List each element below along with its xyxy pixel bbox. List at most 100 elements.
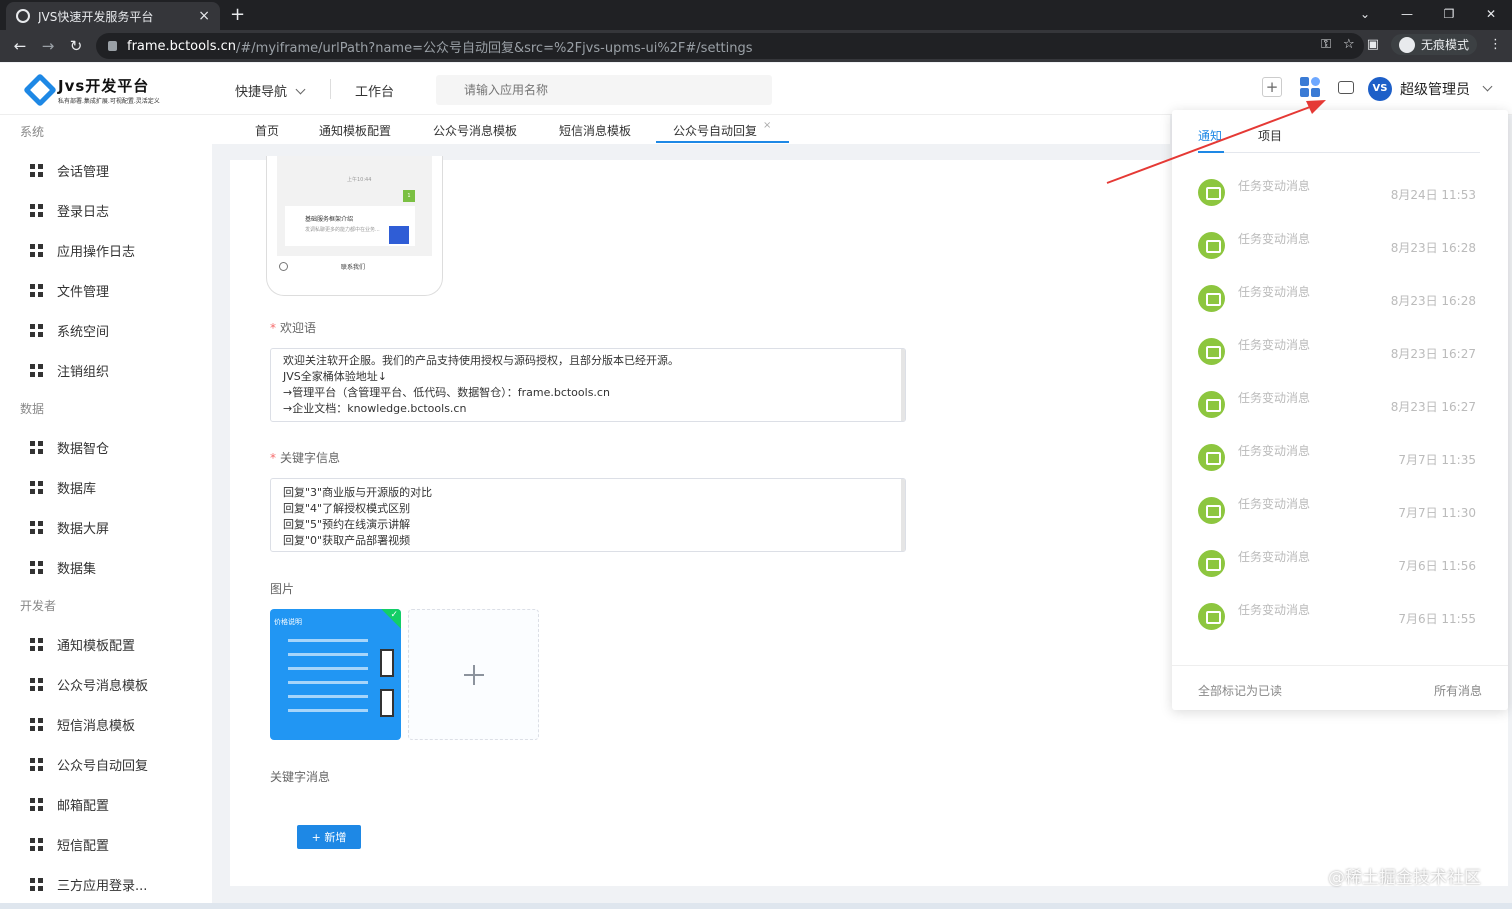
sidebar-item-sms[interactable]: 短信配置 <box>30 835 109 854</box>
incognito-badge[interactable]: 无痕模式 <box>1390 34 1477 55</box>
check-icon: ✓ <box>390 610 398 620</box>
keyboard-icon <box>279 262 288 271</box>
sidebar-item-label: 登录日志 <box>57 205 110 220</box>
close-tab-icon[interactable]: × <box>198 8 210 24</box>
sidebar-item-files[interactable]: 文件管理 <box>30 281 109 300</box>
message-icon[interactable] <box>1338 80 1354 94</box>
sidebar-item-database[interactable]: 数据库 <box>30 478 96 497</box>
add-button[interactable]: + 新增 <box>297 825 361 849</box>
phone-badge: 1 <box>403 190 415 202</box>
scrollbar[interactable] <box>901 349 905 421</box>
all-messages-link[interactable]: 所有消息 <box>1434 682 1482 699</box>
tab-projects[interactable]: 项目 <box>1258 127 1282 144</box>
user-menu[interactable]: VS 超级管理员 <box>1368 77 1493 101</box>
lock-icon <box>108 41 117 51</box>
sidebar-item-mp-autoreply[interactable]: 公众号自动回复 <box>30 755 148 774</box>
tab-home[interactable]: 首页 <box>255 122 279 139</box>
image-row <box>288 653 368 656</box>
grid-icon <box>30 561 43 574</box>
mark-all-read-link[interactable]: 全部标记为已读 <box>1198 682 1282 699</box>
reload-icon[interactable]: ↻ <box>62 37 90 55</box>
sidebar-group-label: 开发者 <box>20 599 57 613</box>
notification-popover: 通知 项目 任务变动消息 8月24日 11:53 任务变动消息 8月23日 16:2… <box>1172 110 1508 710</box>
sidebar-item-notice-template[interactable]: 通知模板配置 <box>30 635 135 654</box>
minimize-icon[interactable]: — <box>1386 0 1428 30</box>
tab-notifications[interactable]: 通知 <box>1198 127 1222 144</box>
sidebar-item-third-login[interactable]: 三方应用登录... <box>30 875 147 894</box>
chevron-down-icon <box>295 84 306 95</box>
sidebar-item-email[interactable]: 邮箱配置 <box>30 795 109 814</box>
sidebar-item-data-warehouse[interactable]: 数据智仓 <box>30 438 109 457</box>
notification-time: 7月7日 11:30 <box>1398 506 1476 520</box>
tab-search-icon[interactable]: ⌄ <box>1344 0 1386 30</box>
sidebar-item-app-log[interactable]: 应用操作日志 <box>30 241 135 260</box>
notification-item[interactable]: 任务变动消息 7月6日 11:56 <box>1198 548 1480 588</box>
sidebar-item-label: 文件管理 <box>57 285 110 300</box>
sidebar-item-label: 短信配置 <box>57 839 110 854</box>
sidebar-item-data-screen[interactable]: 数据大屏 <box>30 518 109 537</box>
new-tab-icon[interactable]: + <box>230 4 245 25</box>
watermark: @稀土掘金技术社区 <box>1328 868 1481 888</box>
notification-item[interactable]: 任务变动消息 8月23日 16:27 <box>1198 389 1480 429</box>
grid-icon <box>30 678 43 691</box>
scrollbar[interactable] <box>901 479 905 551</box>
notification-title: 任务变动消息 <box>1238 497 1311 511</box>
keyword-textarea[interactable]: 回复"3"商业版与开源版的对比 回复"4"了解授权模式区别 回复"5"预约在线演… <box>270 478 906 552</box>
menu-icon[interactable]: ⋮ <box>1489 37 1502 52</box>
phone-contact: 联系我们 <box>341 264 366 271</box>
app-search-input[interactable] <box>436 75 772 105</box>
tab-mp-template[interactable]: 公众号消息模板 <box>433 122 517 139</box>
uploaded-image[interactable]: 价格说明 ✓ <box>270 609 401 740</box>
window-controls: ⌄ — ❐ ✕ <box>1344 0 1512 30</box>
logo[interactable]: Jvs开发平台 私有部署.集成扩展.可视配置.灵活定义 <box>23 73 160 107</box>
url-field[interactable]: frame.bctools.cn/#/myiframe/urlPath?name… <box>96 33 1364 59</box>
sidebar-item-label: 数据集 <box>57 562 97 577</box>
apps-icon[interactable] <box>1300 77 1320 97</box>
sidepanel-icon[interactable]: ▣ <box>1367 37 1379 52</box>
sidebar-item-cancel-org[interactable]: 注销组织 <box>30 361 109 380</box>
notification-time: 8月23日 16:27 <box>1390 347 1476 361</box>
sidebar-item-label: 邮箱配置 <box>57 799 110 814</box>
notification-time: 8月23日 16:28 <box>1390 294 1476 308</box>
notification-item[interactable]: 任务变动消息 8月23日 16:28 <box>1198 230 1480 270</box>
notification-title: 任务变动消息 <box>1238 285 1311 299</box>
browser-tab[interactable]: JVS快速开发服务平台 × <box>6 2 220 30</box>
logo-mark-icon <box>23 73 57 107</box>
grid-icon <box>30 718 43 731</box>
tab-sms-template[interactable]: 短信消息模板 <box>559 122 631 139</box>
tab-mp-autoreply[interactable]: 公众号自动回复 <box>673 122 757 139</box>
key-icon[interactable]: ⚿ <box>1321 37 1331 52</box>
notification-item[interactable]: 任务变动消息 8月24日 11:53 <box>1198 177 1480 217</box>
sidebar: 系统 会话管理 登录日志 应用操作日志 文件管理 系统空间 注销组织 数据 数据… <box>0 115 212 909</box>
browser-tab-title: JVS快速开发服务平台 <box>38 9 154 24</box>
sidebar-item-mp-template[interactable]: 公众号消息模板 <box>30 675 148 694</box>
sidebar-item-login-log[interactable]: 登录日志 <box>30 201 109 220</box>
workbench-link[interactable]: 工作台 <box>355 81 394 100</box>
notification-item[interactable]: 任务变动消息 7月7日 11:30 <box>1198 495 1480 535</box>
sidebar-item-sms-template[interactable]: 短信消息模板 <box>30 715 135 734</box>
sidebar-item-dataset[interactable]: 数据集 <box>30 558 96 577</box>
restore-icon[interactable]: ❐ <box>1428 0 1470 30</box>
quick-nav-dropdown[interactable]: 快捷导航 <box>235 81 306 100</box>
url-path: /#/myiframe/urlPath?name=公众号自动回复&src=%2F… <box>236 40 753 56</box>
sidebar-item-label: 数据智仓 <box>57 442 110 457</box>
notification-item[interactable]: 任务变动消息 7月7日 11:35 <box>1198 442 1480 482</box>
notification-item[interactable]: 任务变动消息 8月23日 16:28 <box>1198 283 1480 323</box>
sidebar-item-session[interactable]: 会话管理 <box>30 161 109 180</box>
forward-icon[interactable]: → <box>34 37 62 55</box>
tab-notice-template[interactable]: 通知模板配置 <box>319 122 391 139</box>
notification-item[interactable]: 任务变动消息 7月6日 11:55 <box>1198 601 1480 641</box>
add-icon[interactable]: + <box>1262 77 1282 97</box>
notification-title: 任务变动消息 <box>1238 338 1311 352</box>
window-close-icon[interactable]: ✕ <box>1470 0 1512 30</box>
star-icon[interactable]: ☆ <box>1343 37 1355 52</box>
back-icon[interactable]: ← <box>6 37 34 55</box>
welcome-textarea[interactable]: 欢迎关注软开企服。我们的产品支持使用授权与源码授权，且部分版本已经开源。 JVS… <box>270 348 906 422</box>
notification-item[interactable]: 任务变动消息 8月23日 16:27 <box>1198 336 1480 376</box>
close-icon[interactable]: × <box>763 120 771 131</box>
upload-add-button[interactable] <box>408 609 539 740</box>
globe-icon <box>16 9 30 23</box>
text-line: 回复"4"了解授权模式区别 <box>283 502 411 515</box>
sidebar-item-label: 三方应用登录... <box>57 879 148 894</box>
sidebar-item-space[interactable]: 系统空间 <box>30 321 109 340</box>
